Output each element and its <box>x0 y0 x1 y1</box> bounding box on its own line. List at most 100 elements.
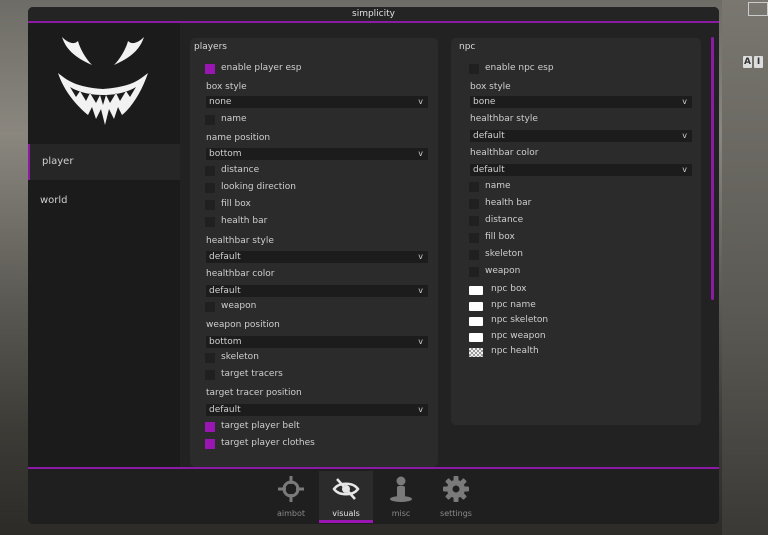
enable-player-esp-checkbox[interactable] <box>205 64 215 74</box>
target-tracer-position-dropdown[interactable]: default v <box>206 404 428 416</box>
npc-fill-box-checkbox[interactable] <box>469 233 479 243</box>
looking-direction-checkbox[interactable] <box>205 183 215 193</box>
tab-aimbot-label: aimbot <box>276 509 306 518</box>
chevron-down-icon: v <box>682 165 687 174</box>
sidebar-item-world[interactable]: world <box>28 183 180 219</box>
weapon-position-label: weapon position <box>206 320 280 330</box>
npc-box-color-swatch[interactable] <box>469 286 483 295</box>
npc-health-color-swatch[interactable] <box>469 348 483 357</box>
healthbar-color-value: default <box>209 286 241 296</box>
target-player-clothes-checkbox[interactable] <box>205 439 215 449</box>
name-position-label: name position <box>206 133 271 143</box>
chevron-down-icon: v <box>418 97 423 106</box>
tab-visuals[interactable]: visuals <box>319 471 373 523</box>
weapon-position-value: bottom <box>209 337 242 347</box>
background-scene <box>722 0 768 535</box>
npc-skeleton-color-label: npc skeleton <box>491 315 549 325</box>
box-style-dropdown[interactable]: none v <box>206 96 428 108</box>
distance-checkbox[interactable] <box>205 166 215 176</box>
npc-weapon-checkbox[interactable] <box>469 267 479 277</box>
health-bar-label: health bar <box>221 216 268 226</box>
weapon-label: weapon <box>221 301 257 311</box>
tab-bar: aimbot visuals misc settings <box>28 469 719 524</box>
npc-title: npc <box>459 42 476 52</box>
npc-distance-label: distance <box>485 215 524 225</box>
chevron-down-icon: v <box>682 97 687 106</box>
npc-name-color-swatch[interactable] <box>469 302 483 311</box>
healthbar-style-dropdown[interactable]: default v <box>206 251 428 263</box>
chevron-down-icon: v <box>682 131 687 140</box>
name-checkbox[interactable] <box>205 115 215 125</box>
npc-health-bar-label: health bar <box>485 198 532 208</box>
name-position-dropdown[interactable]: bottom v <box>206 148 428 160</box>
chevron-down-icon: v <box>418 286 423 295</box>
healthbar-color-dropdown[interactable]: default v <box>206 285 428 297</box>
npc-healthbar-color-dropdown[interactable]: default v <box>470 164 692 176</box>
target-tracer-position-label: target tracer position <box>206 388 302 398</box>
npc-health-color-label: npc health <box>491 346 539 356</box>
npc-healthbar-style-dropdown[interactable]: default v <box>470 130 692 142</box>
npc-name-label: name <box>485 181 511 191</box>
npc-weapon-color-swatch[interactable] <box>469 333 483 342</box>
healthbar-color-label: healthbar color <box>206 269 275 279</box>
chevron-down-icon: v <box>418 337 423 346</box>
target-tracers-checkbox[interactable] <box>205 370 215 380</box>
chevron-down-icon: v <box>418 252 423 261</box>
npc-healthbar-color-label: healthbar color <box>470 148 539 158</box>
npc-health-bar-checkbox[interactable] <box>469 199 479 209</box>
sidebar-item-player[interactable]: player <box>28 144 180 180</box>
npc-healthbar-style-value: default <box>473 131 505 141</box>
tab-misc[interactable]: misc <box>374 471 428 523</box>
tab-aimbot[interactable]: aimbot <box>264 471 318 523</box>
tab-settings-label: settings <box>440 509 472 518</box>
enable-npc-esp-checkbox[interactable] <box>469 64 479 74</box>
enable-player-esp-label: enable player esp <box>221 63 302 73</box>
skeleton-checkbox[interactable] <box>205 353 215 363</box>
tab-visuals-label: visuals <box>332 509 360 518</box>
healthbar-style-value: default <box>209 252 241 262</box>
tab-settings[interactable]: settings <box>429 471 483 523</box>
content-area: players enable player esp box style none… <box>180 23 719 467</box>
healthbar-style-label: healthbar style <box>206 236 274 246</box>
health-bar-checkbox[interactable] <box>205 217 215 227</box>
tab-misc-label: misc <box>391 509 411 518</box>
npc-weapon-color-label: npc weapon <box>491 331 546 341</box>
weapon-position-dropdown[interactable]: bottom v <box>206 336 428 348</box>
distance-label: distance <box>221 165 260 175</box>
npc-panel: npc enable npc esp box style bone v healt… <box>451 38 701 425</box>
weapon-checkbox[interactable] <box>205 302 215 312</box>
grin-logo-icon <box>58 37 148 125</box>
npc-box-style-dropdown[interactable]: bone v <box>470 96 692 108</box>
name-label: name <box>221 114 247 124</box>
npc-box-style-label: box style <box>470 82 511 92</box>
npc-fill-box-label: fill box <box>485 232 515 242</box>
tab-active-indicator <box>319 520 373 523</box>
scrollbar[interactable] <box>711 37 714 300</box>
target-player-clothes-label: target player clothes <box>221 438 315 448</box>
npc-distance-checkbox[interactable] <box>469 216 479 226</box>
players-title: players <box>194 42 227 52</box>
npc-weapon-label: weapon <box>485 266 521 276</box>
key-i: I <box>754 56 763 68</box>
gear-icon <box>443 476 469 502</box>
fill-box-checkbox[interactable] <box>205 200 215 210</box>
background-keys: A I <box>743 56 763 68</box>
box-style-value: none <box>209 97 232 107</box>
npc-skeleton-checkbox[interactable] <box>469 250 479 260</box>
npc-box-color-label: npc box <box>491 284 527 294</box>
box-style-label: box style <box>206 82 247 92</box>
npc-name-checkbox[interactable] <box>469 182 479 192</box>
fill-box-label: fill box <box>221 199 251 209</box>
chevron-down-icon: v <box>418 149 423 158</box>
npc-skeleton-label: skeleton <box>485 249 523 259</box>
crosshair-icon <box>278 476 304 502</box>
sidebar: player world <box>28 23 180 467</box>
npc-healthbar-color-value: default <box>473 165 505 175</box>
npc-healthbar-style-label: healthbar style <box>470 114 538 124</box>
target-player-belt-checkbox[interactable] <box>205 422 215 432</box>
enable-npc-esp-label: enable npc esp <box>485 63 554 73</box>
chevron-down-icon: v <box>418 405 423 414</box>
npc-skeleton-color-swatch[interactable] <box>469 317 483 326</box>
window-title: simplicity <box>28 7 719 23</box>
players-panel: players enable player esp box style none… <box>190 38 438 467</box>
